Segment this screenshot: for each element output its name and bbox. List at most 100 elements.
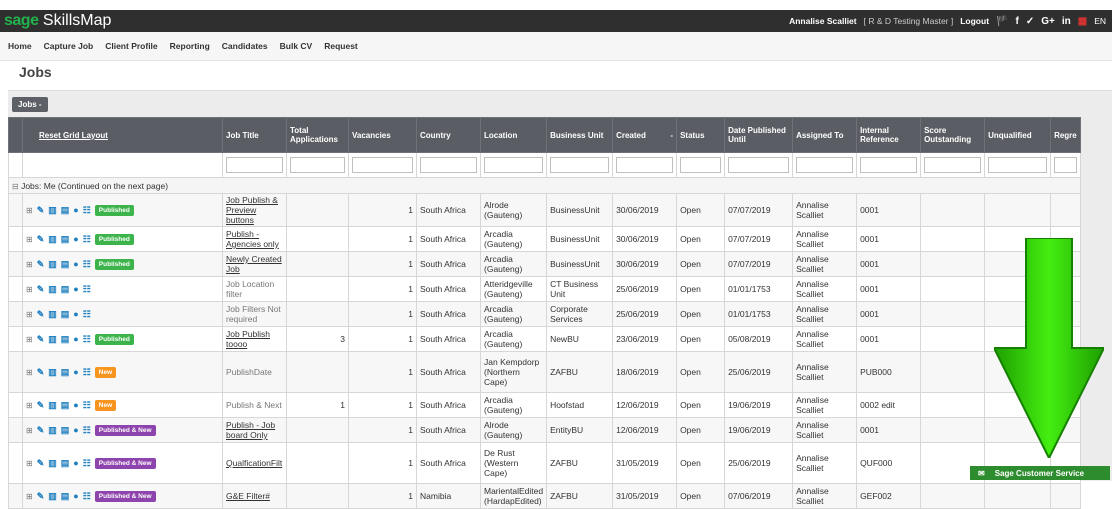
col-assigned-to[interactable]: Assigned To [792, 117, 858, 153]
reset-grid-layout-link[interactable]: Reset Grid Layout [22, 117, 223, 153]
job-title-cell[interactable]: Publish - Job board Only [222, 417, 287, 443]
facebook-icon[interactable]: f [1015, 16, 1018, 27]
document-icon[interactable]: ▤ [61, 284, 70, 294]
filter-regret[interactable] [1054, 157, 1078, 173]
stats-icon[interactable]: ▥ [48, 458, 57, 468]
edit-icon[interactable]: ✎ [37, 458, 45, 468]
chat-icon[interactable]: ● [73, 425, 78, 435]
filter-location[interactable] [484, 157, 544, 173]
job-title-cell[interactable]: Job Publish & Preview buttons [222, 193, 287, 227]
chat-icon[interactable]: ● [73, 367, 78, 377]
nav-item-client-profile[interactable]: Client Profile [105, 41, 157, 51]
logout-link[interactable]: Logout [960, 16, 989, 26]
stats-icon[interactable]: ▥ [48, 234, 57, 244]
nav-item-capture-job[interactable]: Capture Job [44, 41, 94, 51]
expand-row-icon[interactable]: ⊞ [26, 426, 33, 435]
expand-row-icon[interactable]: ⊞ [26, 310, 33, 319]
document-icon[interactable]: ▤ [61, 491, 70, 501]
stats-icon[interactable]: ▥ [48, 259, 57, 269]
candidates-icon[interactable]: ☷ [83, 334, 91, 344]
document-icon[interactable]: ▤ [61, 205, 70, 215]
document-icon[interactable]: ▤ [61, 458, 70, 468]
nav-item-reporting[interactable]: Reporting [170, 41, 210, 51]
candidates-icon[interactable]: ☷ [83, 425, 91, 435]
edit-icon[interactable]: ✎ [37, 425, 45, 435]
candidates-icon[interactable]: ☷ [83, 234, 91, 244]
app-logo[interactable]: sage SkillsMap [4, 11, 111, 31]
col-vacancies[interactable]: Vacancies [348, 117, 417, 153]
table-row[interactable]: ⊞ ✎ ▥ ▤ ● ☷ New Publish & Next 1 1 South Africa Arc… [8, 392, 1082, 418]
document-icon[interactable]: ▤ [61, 234, 70, 244]
candidates-icon[interactable]: ☷ [83, 309, 91, 319]
table-row[interactable]: ⊞ ✎ ▥ ▤ ● ☷ Published Publish - Agencies only 1 S… [8, 226, 1082, 252]
nav-item-home[interactable]: Home [8, 41, 32, 51]
document-icon[interactable]: ▤ [61, 367, 70, 377]
expand-row-icon[interactable]: ⊞ [26, 459, 33, 468]
edit-icon[interactable]: ✎ [37, 259, 45, 269]
document-icon[interactable]: ▤ [61, 309, 70, 319]
nav-item-request[interactable]: Request [324, 41, 358, 51]
candidates-icon[interactable]: ☷ [83, 491, 91, 501]
google-plus-icon[interactable]: G+ [1041, 16, 1055, 27]
chat-icon[interactable]: ● [73, 491, 78, 501]
edit-icon[interactable]: ✎ [37, 334, 45, 344]
table-row[interactable]: ⊞ ✎ ▥ ▤ ● ☷ Job Filters Not required 1 South Afr… [8, 301, 1082, 327]
expand-row-icon[interactable]: ⊞ [26, 235, 33, 244]
expand-row-icon[interactable]: ⊞ [26, 368, 33, 377]
edit-icon[interactable]: ✎ [37, 205, 45, 215]
nav-item-bulk-cv[interactable]: Bulk CV [280, 41, 313, 51]
nav-item-candidates[interactable]: Candidates [222, 41, 268, 51]
document-icon[interactable]: ▤ [61, 334, 70, 344]
filter-job-title[interactable] [226, 157, 283, 173]
filter-total-applications[interactable] [290, 157, 345, 173]
filter-created[interactable] [616, 157, 674, 173]
job-title-cell[interactable]: Newly Created Job [222, 251, 287, 277]
stats-icon[interactable]: ▥ [48, 367, 57, 377]
document-icon[interactable]: ▤ [61, 259, 70, 269]
candidates-icon[interactable]: ☷ [83, 205, 91, 215]
jobs-menu-button[interactable]: Jobs - [12, 97, 48, 112]
expand-row-icon[interactable]: ⊞ [26, 206, 33, 215]
stats-icon[interactable]: ▥ [48, 284, 57, 294]
expand-row-icon[interactable]: ⊞ [26, 401, 33, 410]
flag-icon[interactable]: 🏴 [996, 16, 1008, 27]
edit-icon[interactable]: ✎ [37, 309, 45, 319]
col-country[interactable]: Country [416, 117, 481, 153]
stats-icon[interactable]: ▥ [48, 425, 57, 435]
filter-score-outstanding[interactable] [924, 157, 982, 173]
chat-icon[interactable]: ● [73, 284, 78, 294]
twitter-icon[interactable]: ✓ [1026, 16, 1034, 27]
chat-icon[interactable]: ● [73, 458, 78, 468]
chat-icon[interactable]: ● [73, 259, 78, 269]
document-icon[interactable]: ▤ [61, 400, 70, 410]
table-row[interactable]: ⊞ ✎ ▥ ▤ ● ☷ Published & New G&E Filter# 1 Namibia… [8, 483, 1082, 509]
expand-row-icon[interactable]: ⊞ [26, 335, 33, 344]
expand-row-icon[interactable]: ⊞ [26, 260, 33, 269]
chat-icon[interactable]: ● [73, 400, 78, 410]
chat-icon[interactable]: ● [73, 334, 78, 344]
stats-icon[interactable]: ▥ [48, 491, 57, 501]
uk-flag-icon[interactable]: ▦ [1078, 16, 1087, 27]
stats-icon[interactable]: ▥ [48, 309, 57, 319]
stats-icon[interactable]: ▥ [48, 334, 57, 344]
col-location[interactable]: Location [479, 117, 548, 153]
filter-unqualified[interactable] [988, 157, 1048, 173]
table-row[interactable]: ⊞ ✎ ▥ ▤ ● ☷ Published Job Publish & Preview but… [8, 193, 1082, 227]
filter-country[interactable] [420, 157, 477, 173]
col-job-title[interactable]: Job Title [222, 117, 287, 153]
table-row[interactable]: ⊞ ✎ ▥ ▤ ● ☷ Published Newly Created Job 1 South A… [8, 251, 1082, 277]
table-row[interactable]: ⊞ ✎ ▥ ▤ ● ☷ Published & New Publish - Job board… [8, 417, 1082, 443]
customer-service-button[interactable]: ✉ Sage Customer Service [970, 466, 1110, 480]
col-unqualified[interactable]: Unqualified [984, 117, 1052, 153]
chat-icon[interactable]: ● [73, 309, 78, 319]
edit-icon[interactable]: ✎ [37, 234, 45, 244]
col-internal-reference[interactable]: Internal Reference [856, 117, 922, 153]
document-icon[interactable]: ▤ [61, 425, 70, 435]
edit-icon[interactable]: ✎ [37, 367, 45, 377]
candidates-icon[interactable]: ☷ [83, 259, 91, 269]
table-row[interactable]: ⊞ ✎ ▥ ▤ ● ☷ Published & New QualficationFilt 1 So… [8, 442, 1082, 484]
col-score-outstanding[interactable]: Score Outstanding [920, 117, 986, 153]
candidates-icon[interactable]: ☷ [83, 400, 91, 410]
job-title-cell[interactable]: QualficationFilt [222, 442, 287, 484]
chat-icon[interactable]: ● [73, 205, 78, 215]
